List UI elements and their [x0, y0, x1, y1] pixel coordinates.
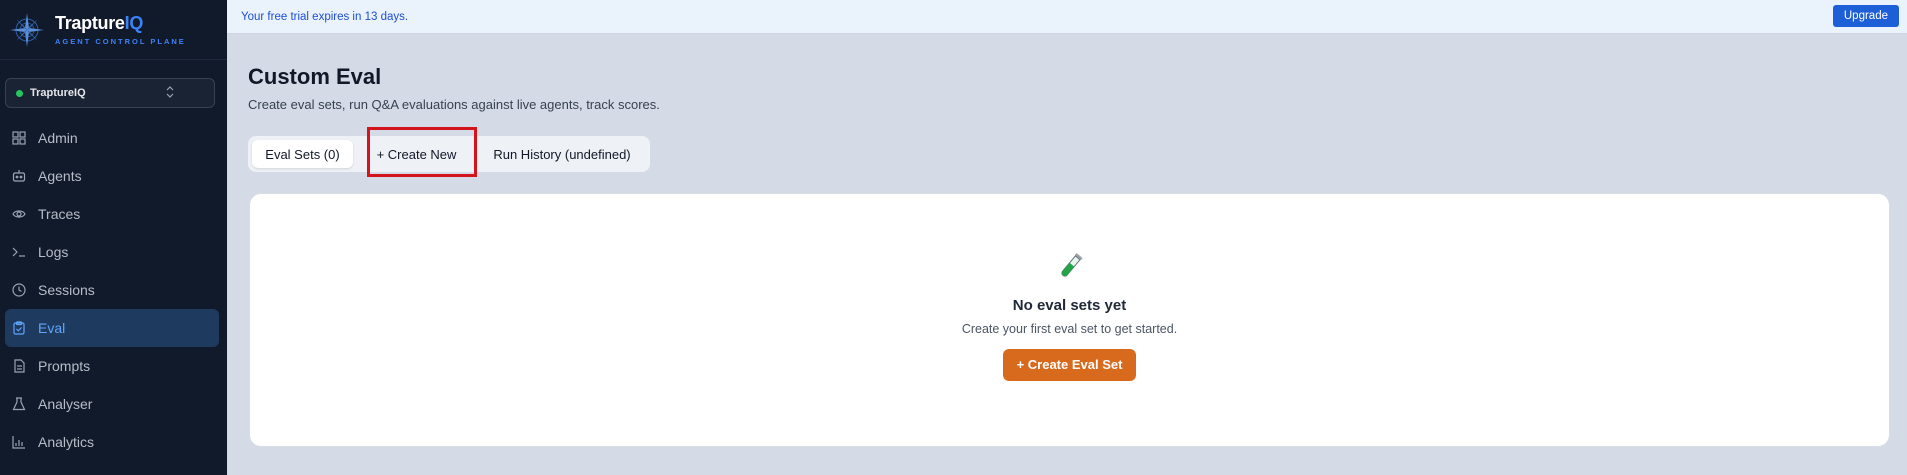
- sidebar-item-prompts[interactable]: Prompts: [0, 347, 219, 385]
- create-eval-set-button[interactable]: + Create Eval Set: [1002, 349, 1137, 381]
- clock-icon: [11, 283, 26, 298]
- sidebar-item-label: Analytics: [38, 434, 95, 450]
- empty-state: No eval sets yet Create your first eval …: [250, 251, 1889, 381]
- sidebar-item-label: Eval: [38, 320, 66, 336]
- tab-run-history[interactable]: Run History (undefined): [480, 140, 644, 168]
- sidebar: TraptureIQ AGENT CONTROL PLANE TraptureI…: [0, 0, 227, 475]
- sidebar-item-eval[interactable]: Eval: [5, 309, 219, 347]
- test-tube-icon: [1060, 253, 1082, 277]
- sidebar-item-traces[interactable]: Traces: [0, 195, 219, 233]
- empty-state-description: Create your first eval set to get starte…: [961, 322, 1178, 336]
- grid-icon: [11, 131, 26, 146]
- chevron-updown-icon: [166, 85, 174, 100]
- sidebar-item-logs[interactable]: Logs: [0, 233, 219, 271]
- brand-name: TraptureIQ: [55, 13, 144, 33]
- status-dot: [16, 89, 23, 97]
- sidebar-item-analyser[interactable]: Analyser: [0, 385, 219, 423]
- page-header: Custom Eval Create eval sets, run Q&A ev…: [248, 64, 660, 112]
- brand[interactable]: TraptureIQ AGENT CONTROL PLANE: [0, 0, 227, 60]
- terminal-icon: [11, 245, 26, 260]
- sidebar-item-label: Sessions: [38, 282, 95, 298]
- brand-subtitle: AGENT CONTROL PLANE: [55, 37, 186, 46]
- sidebar-item-agents[interactable]: Agents: [0, 157, 219, 195]
- sidebar-item-label: Traces: [38, 206, 81, 222]
- sidebar-item-label: Prompts: [38, 358, 91, 374]
- upgrade-button[interactable]: Upgrade: [1832, 5, 1899, 27]
- sidebar-nav: Admin Agents Traces Logs Sessions Eval P…: [0, 119, 227, 461]
- sidebar-item-label: Logs: [38, 244, 69, 260]
- trial-banner: Your free trial expires in 13 days. Upgr…: [227, 0, 1907, 34]
- page-description: Create eval sets, run Q&A evaluations ag…: [248, 97, 660, 112]
- clipboard-check-icon: [11, 321, 26, 336]
- sidebar-item-label: Analyser: [38, 396, 93, 412]
- eval-sets-panel: No eval sets yet Create your first eval …: [249, 193, 1890, 447]
- sidebar-item-analytics[interactable]: Analytics: [0, 423, 219, 461]
- robot-icon: [11, 169, 26, 184]
- highlight-box: [367, 127, 477, 177]
- flask-icon: [11, 397, 26, 412]
- sidebar-item-admin[interactable]: Admin: [0, 119, 219, 157]
- page-title: Custom Eval: [248, 64, 382, 89]
- eye-icon: [11, 207, 26, 222]
- sidebar-item-sessions[interactable]: Sessions: [0, 271, 219, 309]
- sidebar-item-label: Admin: [38, 130, 78, 146]
- trial-banner-text: Your free trial expires in 13 days.: [241, 10, 409, 23]
- document-icon: [11, 359, 26, 374]
- tab-eval-sets[interactable]: Eval Sets (0): [252, 140, 353, 168]
- empty-state-title: No eval sets yet: [1012, 297, 1127, 314]
- compass-logo-icon: [10, 12, 44, 47]
- sidebar-item-label: Agents: [38, 168, 82, 184]
- bar-chart-icon: [11, 435, 26, 450]
- org-selector[interactable]: TraptureIQ: [5, 78, 215, 108]
- org-name: TraptureIQ: [30, 87, 86, 99]
